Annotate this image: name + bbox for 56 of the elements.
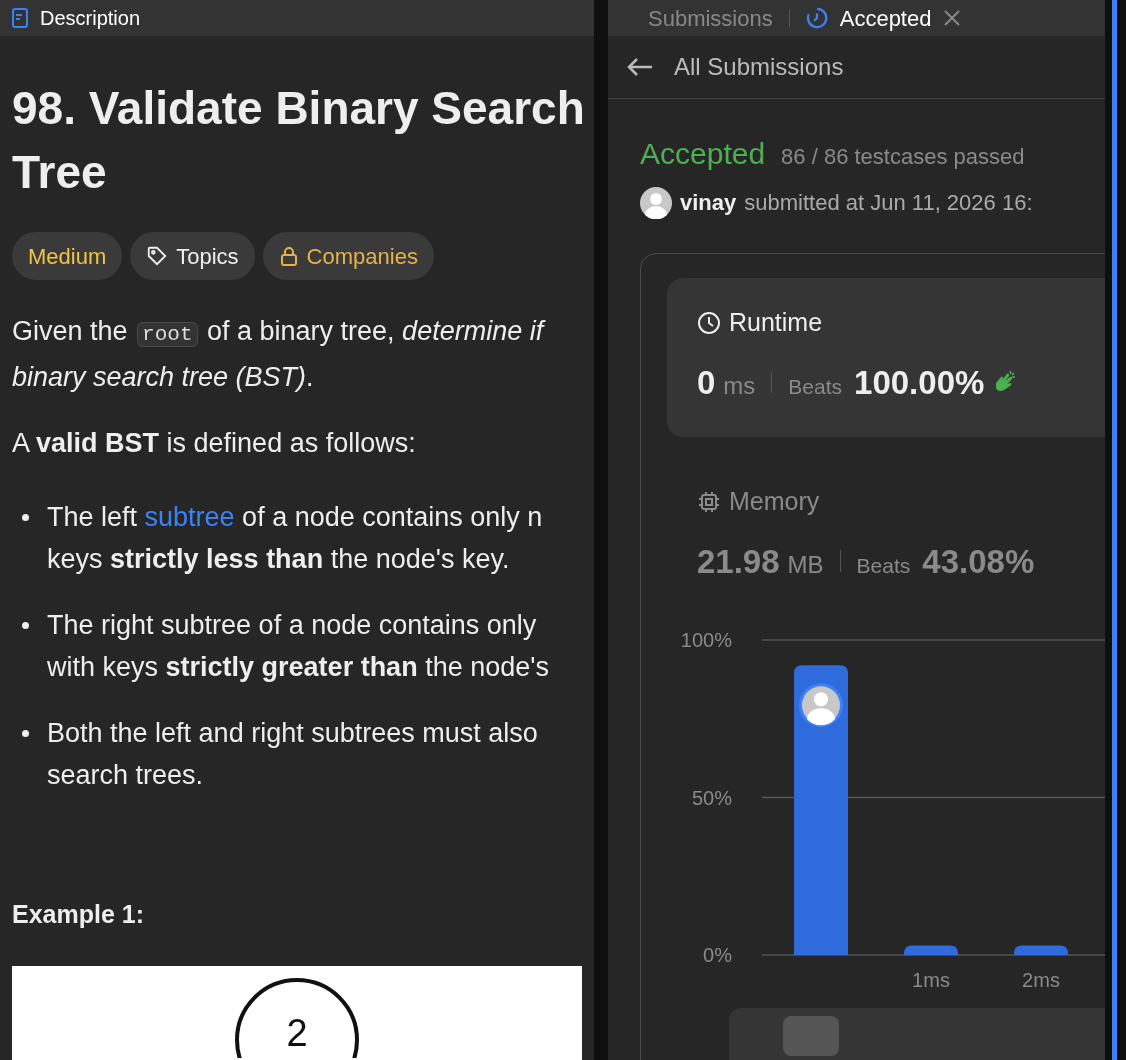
bullet-text: search trees. — [47, 759, 205, 792]
back-link[interactable]: All Submissions — [608, 36, 1105, 99]
status-text: Accepted — [640, 136, 766, 172]
subtree-link[interactable]: subtree — [144, 502, 235, 532]
stat-title: Runtime — [729, 307, 823, 338]
avatar — [640, 186, 672, 219]
close-icon[interactable] — [943, 9, 962, 27]
submitted-text: submitted at Jun 11, 2026 16: — [744, 189, 1033, 217]
example-image: 2 — [12, 965, 582, 1060]
inline-code: root — [137, 322, 198, 347]
axis-label: 50% — [691, 786, 732, 809]
stat-value: 21.98 — [697, 541, 780, 582]
tag-chip[interactable]: Medium — [12, 232, 123, 280]
description-tab[interactable]: Description — [12, 3, 141, 33]
clock-icon — [697, 310, 721, 335]
stat-unit: ms — [723, 370, 756, 401]
example-heading: Example 1: — [12, 899, 145, 930]
tag-icon — [146, 245, 169, 267]
problem-title: 98. Validate Binary Search Tree — [12, 81, 582, 200]
axis-label: 1ms — [912, 969, 950, 991]
document-icon — [12, 8, 28, 28]
axis-label: 0% — [703, 944, 732, 966]
bar[interactable] — [904, 945, 958, 955]
description-text: A valid BST is defined as follows: — [12, 427, 417, 460]
lock-icon — [278, 245, 299, 267]
beats-percent: 43.08% — [922, 541, 1035, 582]
chip-icon — [697, 489, 721, 514]
description-text: Given the root of a binary tree, determine if — [12, 315, 547, 349]
bullet-text: Both the left and right subtrees must also — [47, 717, 538, 750]
bullet-text: The right subtree of a node contains only — [47, 609, 538, 642]
axis-label: 2ms — [1022, 969, 1060, 991]
description-text: binary search tree (BST). — [12, 361, 315, 394]
beats-label: Beats — [856, 552, 911, 579]
avatar-marker — [799, 683, 843, 728]
stat-value: 0 — [697, 362, 716, 403]
refresh-icon — [805, 7, 828, 29]
stat-card[interactable]: Memory 21.98 MB Beats 43.08% — [667, 457, 1105, 616]
bar[interactable] — [794, 665, 848, 955]
bullet-text: The left subtree of a node contains only n — [47, 501, 543, 534]
beats-label: Beats — [788, 373, 843, 400]
stat-title: Memory — [729, 486, 820, 517]
beats-percent: 100.00% — [854, 362, 985, 403]
submission-tab[interactable]: Submissions — [648, 1, 773, 35]
username: vinay — [680, 189, 737, 217]
stat-unit: MB — [787, 549, 824, 580]
tag-chip[interactable]: Topics — [130, 232, 255, 280]
bullet-text: keys strictly less than the node's key. — [47, 543, 511, 576]
back-arrow-icon — [626, 57, 654, 77]
bullet-text: with keys strictly greater than the node's — [47, 651, 549, 684]
testcases-text: 86 / 86 testcases passed — [781, 143, 1025, 171]
bar[interactable] — [1014, 945, 1068, 955]
axis-label: 100% — [680, 629, 732, 651]
stat-card[interactable]: Runtime 0 ms Beats 100.00% — [667, 278, 1105, 437]
resize-handle[interactable] — [1112, 0, 1117, 1060]
tag-chip[interactable]: Companies — [262, 232, 434, 280]
submission-tab[interactable]: Accepted — [805, 1, 962, 35]
